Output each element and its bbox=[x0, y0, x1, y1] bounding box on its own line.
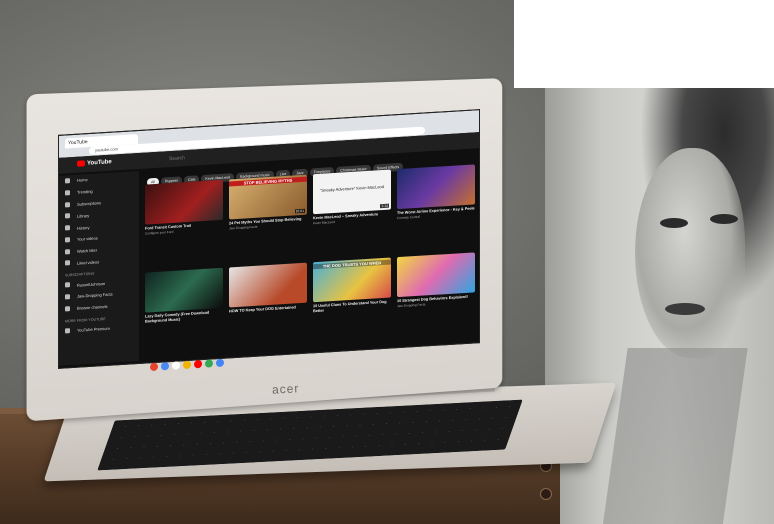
youtube-sidebar: Home Trending Subscriptions Library Hist… bbox=[59, 170, 139, 366]
files-icon[interactable] bbox=[161, 361, 169, 371]
video-thumbnail[interactable] bbox=[145, 267, 223, 313]
video-card[interactable]: The Worst Airline Experience - Key & Pee… bbox=[397, 164, 475, 220]
thumbs-up-icon bbox=[65, 260, 70, 266]
video-thumbnail[interactable]: "Sneaky Adventure" Kevin MacLeod 1:14 bbox=[313, 169, 391, 215]
video-card[interactable]: "Sneaky Adventure" Kevin MacLeod 1:14 Ke… bbox=[313, 169, 391, 225]
clock-icon bbox=[65, 248, 70, 255]
docs-icon[interactable] bbox=[183, 360, 191, 369]
avatar bbox=[65, 282, 70, 288]
video-card[interactable]: 10 Strangest Dog Behaviors Explained! Ja… bbox=[397, 252, 475, 308]
video-thumbnail[interactable]: THE DOG TRUSTS YOU WHEN bbox=[313, 257, 391, 303]
video-card[interactable]: STOP BELIEVING MYTHS 16:01 24 Pet Myths … bbox=[229, 174, 307, 230]
premium-icon bbox=[65, 327, 70, 334]
video-card[interactable]: THE DOG TRUSTS YOU WHEN 10 Useful Clues … bbox=[313, 257, 391, 314]
chrome-icon[interactable] bbox=[150, 362, 158, 371]
video-thumbnail[interactable] bbox=[229, 262, 307, 308]
video-thumbnail[interactable] bbox=[145, 179, 223, 225]
laptop-brand-logo: acer bbox=[271, 381, 300, 397]
video-thumbnail[interactable] bbox=[397, 164, 475, 210]
drive-icon[interactable] bbox=[205, 359, 213, 368]
video-card[interactable]: Lazy Daily Comedy (Free Download Backgro… bbox=[145, 267, 223, 324]
video-card[interactable]: Ford Transit Custom Trail Configure your… bbox=[145, 179, 223, 235]
video-icon bbox=[65, 237, 70, 243]
gmail-icon[interactable] bbox=[172, 361, 180, 370]
video-card[interactable]: HOW TO Keep Your DOG Entertained bbox=[229, 262, 307, 314]
history-icon bbox=[65, 225, 70, 231]
laptop-screen: YouTube youtube.com YouTube Search All Pu… bbox=[58, 109, 480, 369]
avatar bbox=[65, 294, 70, 300]
photo-scene: YouTube youtube.com YouTube Search All Pu… bbox=[0, 0, 774, 524]
library-icon bbox=[65, 213, 70, 219]
plus-icon bbox=[65, 305, 70, 312]
video-thumbnail[interactable] bbox=[397, 252, 475, 298]
subscriptions-icon bbox=[65, 201, 70, 208]
home-icon bbox=[65, 178, 70, 184]
video-grid: Ford Transit Custom Trail Configure your… bbox=[145, 164, 479, 360]
drawer-knob bbox=[540, 488, 552, 500]
video-thumbnail[interactable]: STOP BELIEVING MYTHS 16:01 bbox=[229, 174, 307, 220]
youtube-search-input[interactable]: Search bbox=[169, 155, 185, 162]
trending-icon bbox=[65, 189, 70, 196]
play-store-icon[interactable] bbox=[216, 358, 224, 367]
white-corner-area bbox=[514, 0, 774, 88]
youtube-icon[interactable] bbox=[194, 359, 202, 369]
youtube-play-icon bbox=[77, 160, 85, 167]
